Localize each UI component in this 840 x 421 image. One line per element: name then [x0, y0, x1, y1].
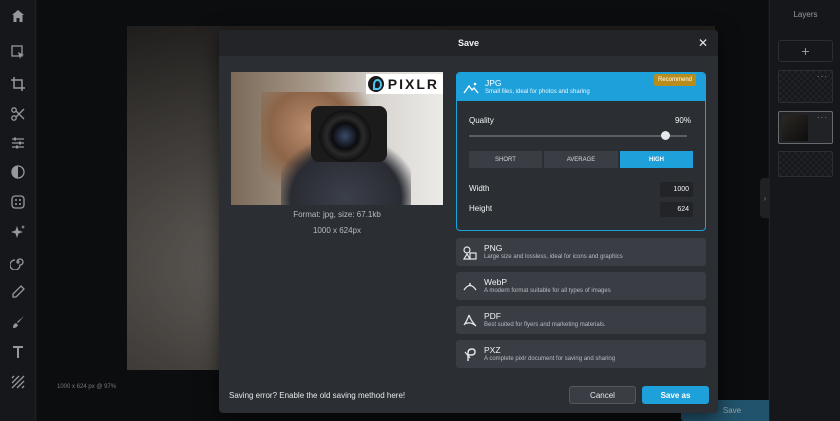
width-input[interactable]: 1000: [660, 182, 693, 197]
webp-desc: A modern format suitable for all types o…: [484, 288, 611, 294]
format-option-png[interactable]: PNG Large size and lossless, ideal for i…: [456, 238, 706, 266]
pixlr-logo: PIXLR: [365, 74, 443, 94]
quality-label: Quality: [469, 116, 494, 125]
format-option-webp[interactable]: WebP A modern format suitable for all ty…: [456, 272, 706, 300]
preset-short-button[interactable]: SHORT: [469, 151, 542, 168]
pdf-desc: Best suited for flyers and marketing mat…: [484, 322, 606, 328]
dialog-title: Save: [457, 38, 480, 48]
jpg-header[interactable]: JPG Small files, ideal for photos and sh…: [457, 73, 705, 101]
arc-icon: [462, 279, 478, 295]
pdf-icon: [462, 313, 478, 329]
pixlr-logo-mark: [367, 76, 384, 92]
format-option-pxz[interactable]: PXZ A complete pixlr document for saving…: [456, 340, 706, 368]
webp-name: WebP: [484, 277, 507, 287]
save-dialog: Save ✕ PIXLR Format: jpg, size: 67.1kb 1…: [219, 30, 718, 413]
quality-slider-track[interactable]: [469, 135, 687, 137]
height-input[interactable]: 624: [660, 202, 693, 217]
format-option-jpg[interactable]: JPG Small files, ideal for photos and sh…: [456, 72, 706, 231]
mountain-icon: [463, 80, 479, 96]
format-info: Format: jpg, size: 67.1kb: [293, 210, 381, 219]
pdf-name: PDF: [484, 311, 501, 321]
save-as-button[interactable]: Save as: [642, 386, 709, 404]
pixlr-editor: 1000 x 624 px @ 97% Save Layers + ··· ··…: [0, 0, 840, 421]
jpg-desc: Small files, ideal for photos and sharin…: [485, 89, 590, 95]
image-preview: PIXLR: [231, 72, 443, 205]
recommend-badge: Recommend: [653, 74, 696, 86]
preset-high-button[interactable]: HIGH: [620, 151, 693, 168]
quality-slider-thumb[interactable]: [660, 131, 670, 140]
height-label: Height: [469, 204, 493, 213]
pixlr-logo-text: PIXLR: [387, 76, 439, 92]
dialog-header: Save ✕: [219, 30, 718, 56]
preset-average-button[interactable]: AVERAGE: [544, 151, 618, 168]
png-desc: Large size and lossless, ideal for icons…: [484, 254, 623, 260]
preview-lens: [319, 110, 371, 162]
pxz-name: PXZ: [484, 345, 501, 355]
pixlr-icon: [462, 347, 478, 363]
cancel-button[interactable]: Cancel: [569, 386, 636, 404]
pxz-desc: A complete pixlr document for saving and…: [484, 356, 616, 362]
shapes-icon: [462, 245, 478, 261]
png-name: PNG: [484, 243, 503, 253]
format-option-pdf[interactable]: PDF Best suited for flyers and marketing…: [456, 306, 706, 334]
jpg-name: JPG: [485, 78, 502, 88]
close-icon[interactable]: ✕: [696, 36, 710, 50]
quality-value: 90%: [674, 116, 691, 125]
saving-error-link[interactable]: Saving error? Enable the old saving meth…: [229, 391, 405, 400]
width-label: Width: [469, 184, 490, 193]
dimensions-info: 1000 x 624px: [312, 226, 362, 235]
